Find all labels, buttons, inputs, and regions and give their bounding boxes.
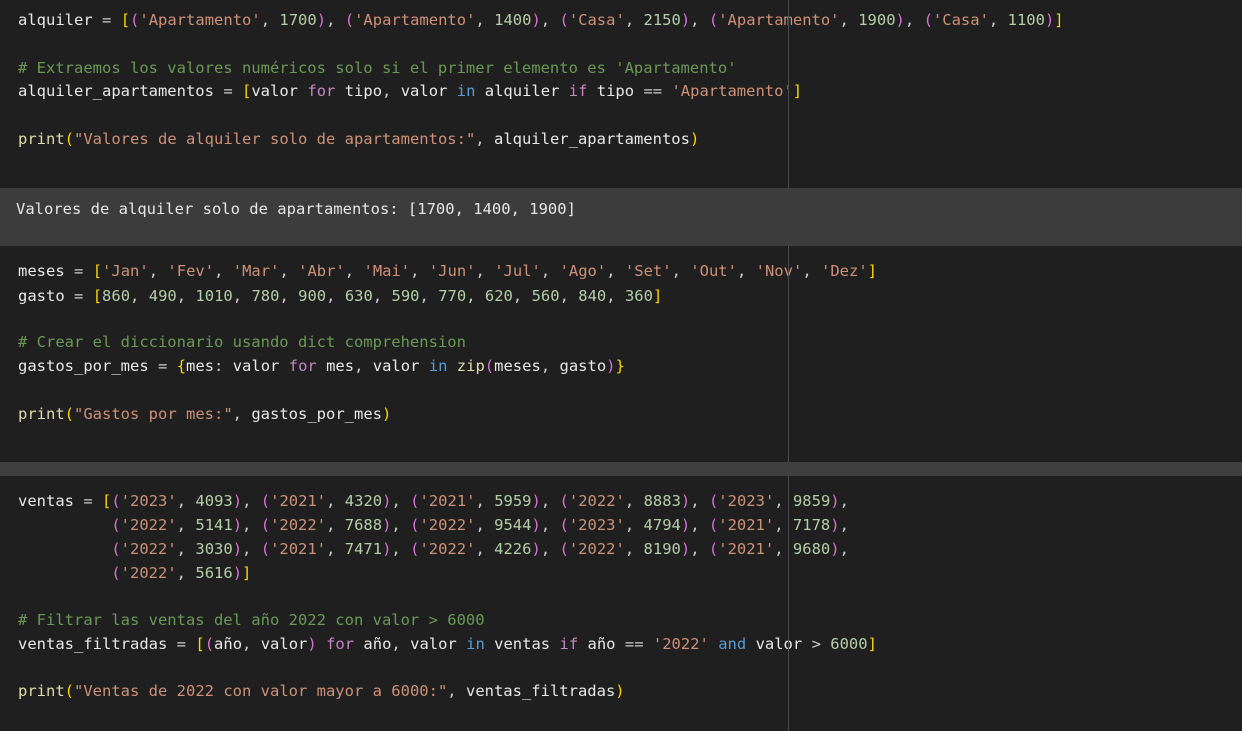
code-comment[interactable]: # Filtrar las ventas del año 2022 con va… xyxy=(18,608,485,632)
code-comment[interactable]: # Crear el diccionario usando dict compr… xyxy=(18,330,466,354)
editor-ruler xyxy=(788,246,789,462)
code-line[interactable]: gasto = [860, 490, 1010, 780, 900, 630, … xyxy=(18,284,662,308)
code-line[interactable]: ventas_filtradas = [(año, valor) for año… xyxy=(18,632,877,656)
output-text: Valores de alquiler solo de apartamentos… xyxy=(16,200,576,218)
cell-divider xyxy=(0,462,1242,476)
code-line[interactable]: print("Ventas de 2022 con valor mayor a … xyxy=(18,679,625,703)
code-line[interactable]: meses = ['Jan', 'Fev', 'Mar', 'Abr', 'Ma… xyxy=(18,259,877,283)
code-comment[interactable]: # Extraemos los valores numéricos solo s… xyxy=(18,56,737,80)
code-line[interactable]: alquiler_apartamentos = [valor for tipo,… xyxy=(18,79,802,103)
editor-ruler xyxy=(788,476,789,731)
code-line[interactable]: print("Valores de alquiler solo de apart… xyxy=(18,127,699,151)
code-line[interactable]: ventas = [('2023', 4093), ('2021', 4320)… xyxy=(18,489,849,513)
code-line[interactable]: alquiler = [('Apartamento', 1700), ('Apa… xyxy=(18,8,1064,32)
cell-output-1: Valores de alquiler solo de apartamentos… xyxy=(0,188,1242,246)
code-line[interactable]: ('2022', 5616)] xyxy=(18,561,251,585)
code-line[interactable]: print("Gastos por mes:", gastos_por_mes) xyxy=(18,402,391,426)
code-cell-1[interactable]: alquiler = [('Apartamento', 1700), ('Apa… xyxy=(0,0,1242,188)
code-line[interactable]: ('2022', 3030), ('2021', 7471), ('2022',… xyxy=(18,537,849,561)
code-line[interactable]: ('2022', 5141), ('2022', 7688), ('2022',… xyxy=(18,513,849,537)
code-cell-3[interactable]: ventas = [('2023', 4093), ('2021', 4320)… xyxy=(0,476,1242,731)
code-line[interactable]: gastos_por_mes = {mes: valor for mes, va… xyxy=(18,354,625,378)
code-cell-2[interactable]: meses = ['Jan', 'Fev', 'Mar', 'Abr', 'Ma… xyxy=(0,246,1242,462)
editor-ruler xyxy=(788,0,789,188)
